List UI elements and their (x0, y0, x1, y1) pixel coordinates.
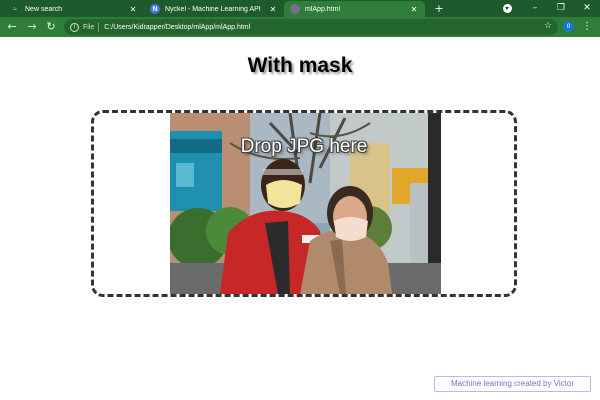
scheme-label: File (83, 23, 95, 31)
tab-close-icon[interactable]: ✕ (128, 5, 138, 14)
tab-search-icon[interactable] (503, 4, 512, 13)
tab-close-icon[interactable]: ✕ (268, 5, 278, 14)
restore-button[interactable]: ❐ (548, 0, 574, 17)
more-menu-icon[interactable]: ⋮ (582, 19, 592, 35)
page-title: With mask (247, 54, 353, 77)
info-icon[interactable]: i (70, 22, 79, 32)
tab-new-search[interactable]: ≈ New search ✕ (4, 1, 144, 17)
nyckel-favicon-icon: N (150, 4, 160, 14)
forward-arrow-icon[interactable]: → (24, 19, 40, 35)
address-bar[interactable]: i File C:/Users/Kidrapper/Desktop/mlApp/… (64, 19, 558, 35)
extension-badge-icon[interactable]: 0 (563, 21, 574, 32)
search-favicon-icon: ≈ (13, 5, 17, 13)
tab-title: Nyckel - Machine Learning API (165, 5, 261, 13)
reload-icon[interactable]: ↻ (43, 19, 59, 35)
tab-close-icon[interactable]: ✕ (409, 5, 419, 14)
globe-favicon-icon (290, 4, 300, 14)
new-tab-button[interactable]: + (432, 1, 446, 16)
close-window-button[interactable]: ✕ (574, 0, 600, 17)
credit-link[interactable]: Machine learning created by Victor (434, 376, 591, 392)
url-text[interactable]: C:/Users/Kidrapper/Desktop/mlApp/mlApp.h… (104, 24, 250, 31)
divider (98, 22, 100, 32)
image-dropzone[interactable]: Drop JPG here (91, 110, 517, 297)
minimize-button[interactable]: – (522, 0, 548, 17)
browser-toolbar: ← → ↻ i File C:/Users/Kidrapper/Desktop/… (0, 17, 600, 37)
tab-title: mlApp.html (305, 5, 341, 13)
drop-label: Drop JPG here (240, 136, 368, 157)
tab-mlapp-active[interactable]: mlApp.html ✕ (284, 1, 425, 17)
bookmark-star-icon[interactable]: ☆ (544, 20, 552, 31)
browser-tab-strip: ≈ New search ✕ N Nyckel - Machine Learni… (0, 0, 600, 17)
tab-nyckel[interactable]: N Nyckel - Machine Learning API ✕ (144, 1, 284, 17)
tab-title: New search (25, 5, 62, 13)
back-arrow-icon[interactable]: ← (4, 19, 20, 35)
